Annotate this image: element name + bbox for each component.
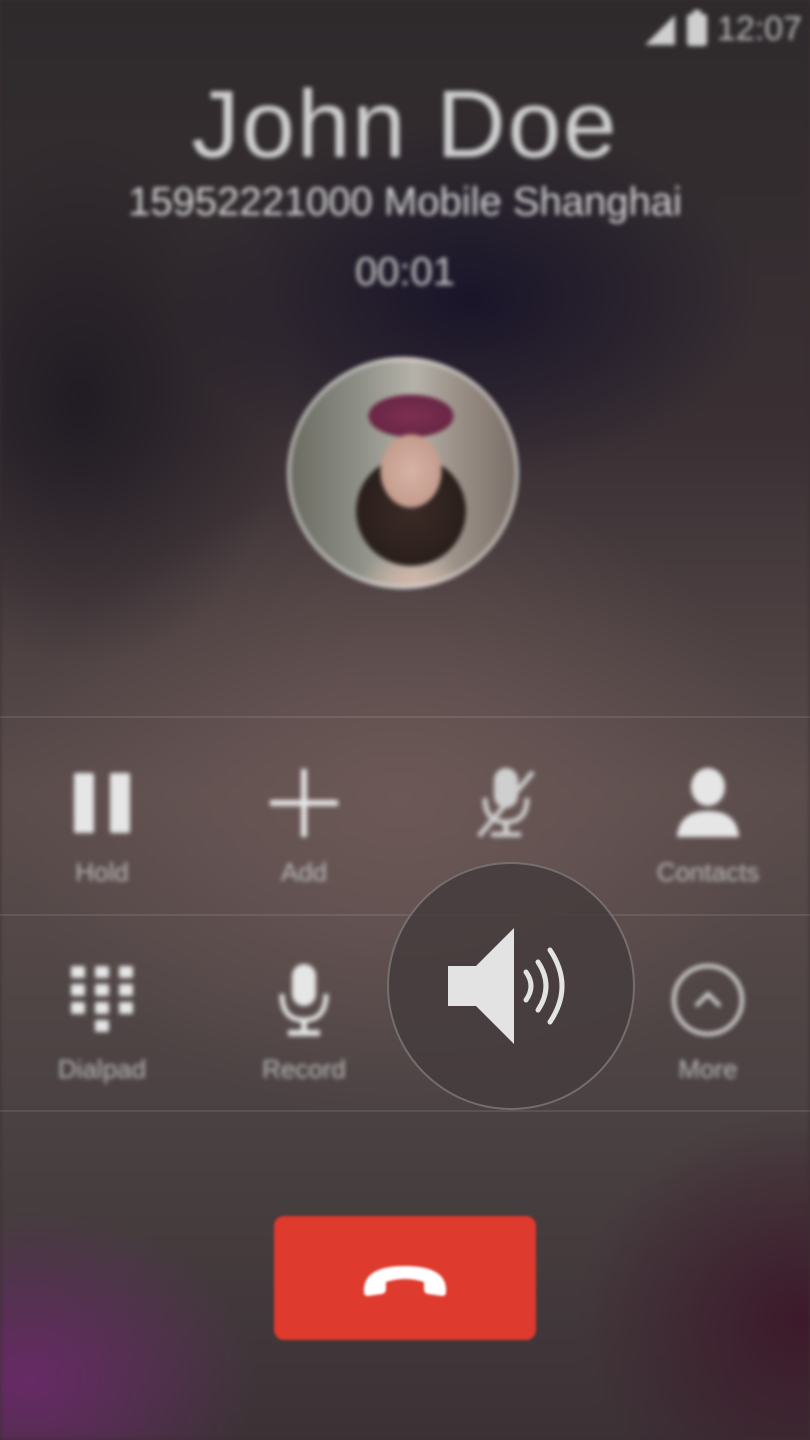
mute-button[interactable] xyxy=(406,763,606,857)
status-time: 12:07 xyxy=(716,10,802,48)
dialpad-icon xyxy=(71,966,133,1032)
caller-avatar xyxy=(287,357,519,589)
hold-button[interactable]: Hold xyxy=(2,763,202,888)
status-bar: 12:07 xyxy=(643,9,802,49)
divider xyxy=(0,914,810,916)
signal-icon xyxy=(644,14,675,45)
add-call-button[interactable]: Add xyxy=(204,763,404,888)
caller-details: 15952221000 Mobile Shanghai xyxy=(128,180,682,224)
record-button[interactable]: Record xyxy=(204,960,404,1085)
chevron-up-icon xyxy=(672,964,744,1036)
caller-name: John Doe xyxy=(191,71,619,178)
speaker-button[interactable] xyxy=(387,862,635,1110)
divider xyxy=(0,1110,810,1112)
hang-up-icon xyxy=(364,1266,446,1296)
person-icon xyxy=(677,768,739,837)
end-call-button[interactable] xyxy=(274,1216,536,1340)
battery-icon xyxy=(686,9,707,46)
pause-icon xyxy=(74,773,130,833)
plus-icon xyxy=(270,769,338,837)
contacts-label: Contacts xyxy=(656,857,760,887)
divider xyxy=(0,716,810,718)
call-duration: 00:01 xyxy=(354,250,456,294)
hold-label: Hold xyxy=(75,857,129,887)
mute-mic-icon xyxy=(477,768,535,838)
dialpad-label: Dialpad xyxy=(57,1054,147,1084)
contacts-button[interactable]: Contacts xyxy=(608,763,808,888)
more-button[interactable]: More xyxy=(608,960,808,1085)
more-label: More xyxy=(678,1054,738,1084)
add-label: Add xyxy=(280,857,328,887)
microphone-icon xyxy=(279,964,329,1036)
speaker-icon xyxy=(448,928,565,1044)
dialpad-button[interactable]: Dialpad xyxy=(2,960,202,1085)
record-label: Record xyxy=(262,1054,346,1084)
